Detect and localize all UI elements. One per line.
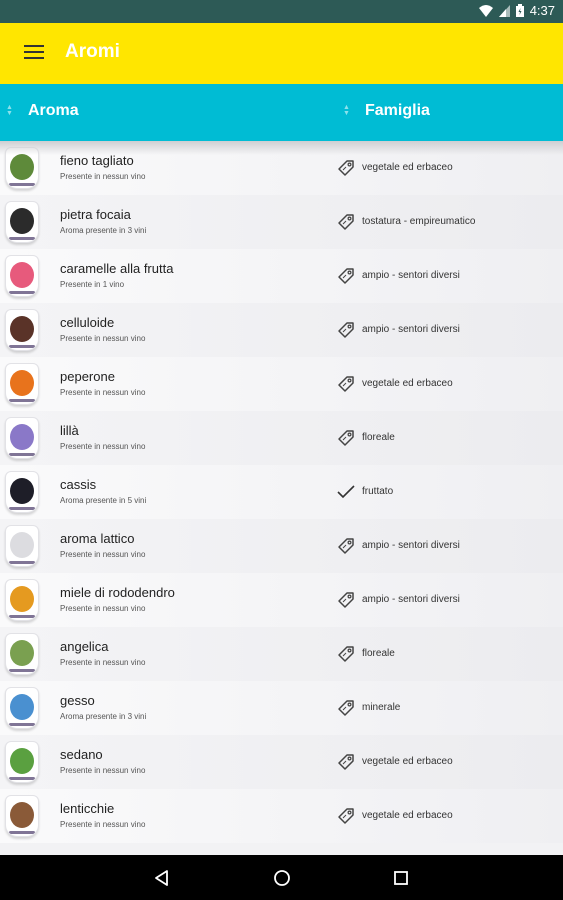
aroma-name: gesso: [60, 693, 95, 708]
tag-icon: [336, 158, 356, 178]
sort-arrows-icon: ▲ ▼: [343, 104, 350, 117]
aroma-image: [5, 579, 39, 621]
family-label: tostatura - empireumatico: [362, 216, 476, 227]
aroma-presence: Presente in nessun vino: [60, 820, 146, 829]
family-label: ampio - sentori diversi: [362, 594, 460, 605]
status-bar: 4:37: [0, 0, 563, 23]
status-time: 4:37: [529, 3, 555, 18]
toolbar: Aromi: [0, 23, 563, 84]
check-icon: [336, 482, 356, 502]
aroma-presence: Presente in 1 vino: [60, 280, 125, 289]
list-item[interactable]: miele di rododendro Presente in nessun vi…: [0, 573, 563, 627]
list-item[interactable]: sedano Presente in nessun vino vegetale ed…: [0, 735, 563, 789]
family-label: ampio - sentori diversi: [362, 324, 460, 335]
list-item[interactable]: celluloide Presente in nessun vino ampio -…: [0, 303, 563, 357]
aroma-presence: Presente in nessun vino: [60, 388, 146, 397]
table-header: ▲ ▼ Aroma ▲ ▼ Famiglia: [0, 84, 563, 141]
tag-icon: [336, 806, 356, 826]
sort-by-famiglia-header[interactable]: ▲ ▼ Famiglia: [343, 102, 430, 120]
column-label-famiglia: Famiglia: [365, 102, 430, 119]
aroma-image: [5, 525, 39, 567]
list-item[interactable]: fieno tagliato Presente in nessun vino veg…: [0, 141, 563, 195]
list-item[interactable]: cassis Aroma presente in 5 vini fruttato: [0, 465, 563, 519]
aroma-presence: Presente in nessun vino: [60, 766, 146, 775]
aroma-image: [5, 633, 39, 675]
aroma-name: celluloide: [60, 315, 115, 330]
family-label: minerale: [362, 702, 401, 713]
navigation-bar: [0, 855, 563, 900]
aroma-name: pietra focaia: [60, 207, 131, 222]
aroma-presence: Presente in nessun vino: [60, 658, 146, 667]
aroma-name: miele di rododendro: [60, 585, 175, 600]
family-label: vegetale ed erbaceo: [362, 162, 453, 173]
list-item[interactable]: lenticchie Presente in nessun vino vegetal…: [0, 789, 563, 843]
aroma-image: [5, 471, 39, 513]
aroma-presence: Aroma presente in 5 vini: [60, 496, 147, 505]
wifi-icon: [478, 4, 493, 17]
tag-icon: [336, 374, 356, 394]
recents-icon[interactable]: [391, 868, 411, 888]
tag-icon: [336, 536, 356, 556]
tag-icon: [336, 320, 356, 340]
aroma-name: lenticchie: [60, 801, 115, 816]
sort-by-aroma-header[interactable]: ▲ ▼ Aroma: [6, 102, 79, 120]
aroma-presence: Presente in nessun vino: [60, 550, 146, 559]
family-label: ampio - sentori diversi: [362, 540, 460, 551]
list-item[interactable]: pietra focaia Aroma presente in 3 vini tos…: [0, 195, 563, 249]
aroma-name: peperone: [60, 369, 115, 384]
aroma-image: [5, 147, 39, 189]
family-label: vegetale ed erbaceo: [362, 378, 453, 389]
battery-icon: [515, 4, 524, 17]
aroma-presence: Presente in nessun vino: [60, 604, 146, 613]
hamburger-menu-icon[interactable]: [24, 45, 44, 61]
list-item[interactable]: caramelle alla frutta Presente in 1 vino a…: [0, 249, 563, 303]
aroma-name: lillà: [60, 423, 79, 438]
aroma-name: fieno tagliato: [60, 153, 134, 168]
family-label: fruttato: [362, 486, 394, 497]
tag-icon: [336, 698, 356, 718]
aroma-name: angelica: [60, 639, 109, 654]
tag-icon: [336, 266, 356, 286]
tag-icon: [336, 590, 356, 610]
aroma-image: [5, 201, 39, 243]
aroma-image: [5, 417, 39, 459]
column-label-aroma: Aroma: [28, 102, 79, 119]
aroma-image: [5, 255, 39, 297]
aroma-name: sedano: [60, 747, 103, 762]
family-label: vegetale ed erbaceo: [362, 810, 453, 821]
list-item[interactable]: angelica Presente in nessun vino floreale: [0, 627, 563, 681]
list-item[interactable]: lillà Presente in nessun vino floreale: [0, 411, 563, 465]
aroma-presence: Aroma presente in 3 vini: [60, 226, 147, 235]
aroma-presence: Presente in nessun vino: [60, 334, 146, 343]
tag-icon: [336, 752, 356, 772]
aroma-presence: Presente in nessun vino: [60, 442, 146, 451]
tag-icon: [336, 644, 356, 664]
family-label: ampio - sentori diversi: [362, 270, 460, 281]
list-item[interactable]: gesso Aroma presente in 3 vini minerale: [0, 681, 563, 735]
tag-icon: [336, 212, 356, 232]
aroma-list[interactable]: fieno tagliato Presente in nessun vino veg…: [0, 141, 563, 855]
back-icon[interactable]: [152, 868, 172, 888]
aroma-image: [5, 309, 39, 351]
tag-icon: [336, 428, 356, 448]
aroma-presence: Aroma presente in 3 vini: [60, 712, 147, 721]
aroma-name: caramelle alla frutta: [60, 261, 174, 276]
aroma-image: [5, 363, 39, 405]
sort-arrows-icon: ▲ ▼: [6, 104, 13, 117]
list-item[interactable]: aroma lattico Presente in nessun vino ampi…: [0, 519, 563, 573]
aroma-presence: Presente in nessun vino: [60, 172, 146, 181]
home-icon[interactable]: [272, 868, 292, 888]
signal-icon: [498, 4, 510, 17]
aroma-name: aroma lattico: [60, 531, 135, 546]
aroma-image: [5, 741, 39, 783]
family-label: floreale: [362, 432, 395, 443]
family-label: floreale: [362, 648, 395, 659]
list-item[interactable]: peperone Presente in nessun vino vegetale …: [0, 357, 563, 411]
page-title: Aromi: [65, 41, 120, 62]
aroma-name: cassis: [60, 477, 97, 492]
family-label: vegetale ed erbaceo: [362, 756, 453, 767]
aroma-image: [5, 687, 39, 729]
aroma-image: [5, 795, 39, 837]
